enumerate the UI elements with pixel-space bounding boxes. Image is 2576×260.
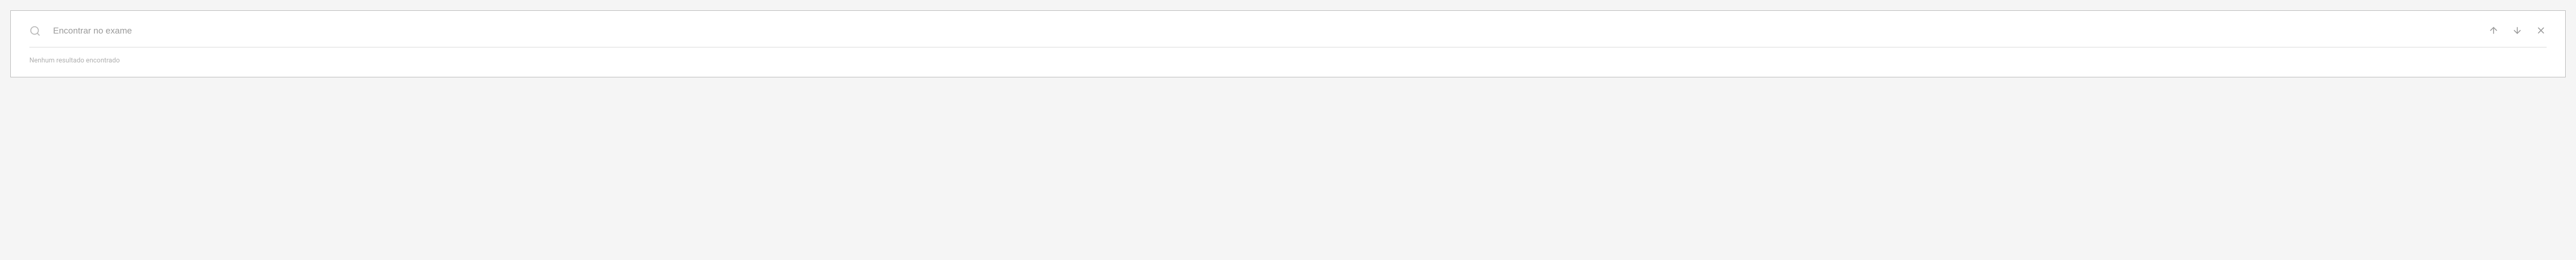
search-nav-controls [2488, 25, 2547, 37]
search-icon [29, 25, 41, 37]
close-icon [2536, 25, 2546, 37]
close-search-button[interactable] [2535, 25, 2547, 37]
search-input[interactable] [53, 26, 2476, 36]
next-result-button[interactable] [2512, 25, 2523, 37]
search-row [29, 25, 2547, 47]
search-status-message: Nenhum resultado encontrado [29, 57, 2547, 64]
search-panel: Nenhum resultado encontrado [10, 10, 2566, 77]
previous-result-button[interactable] [2488, 25, 2499, 37]
arrow-down-icon [2512, 25, 2522, 37]
arrow-up-icon [2488, 25, 2499, 37]
